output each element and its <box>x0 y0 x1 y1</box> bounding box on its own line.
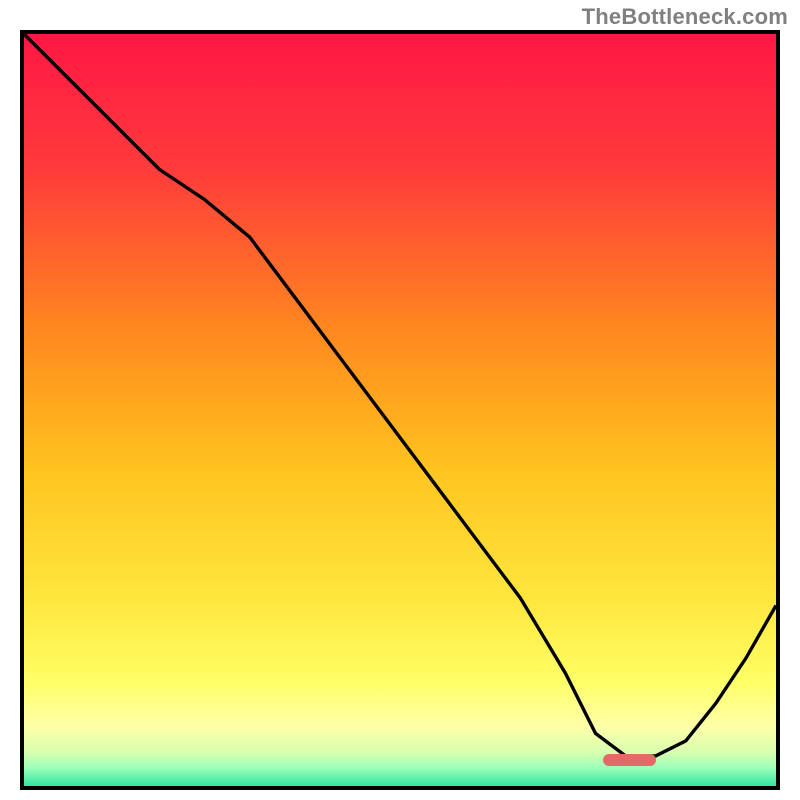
watermark-label: TheBottleneck.com <box>582 4 788 30</box>
chart-stage: TheBottleneck.com <box>0 0 800 800</box>
plot-area <box>20 30 780 790</box>
bottleneck-curve <box>24 34 776 786</box>
optimal-range-marker <box>603 754 656 766</box>
curve-path <box>24 34 776 756</box>
